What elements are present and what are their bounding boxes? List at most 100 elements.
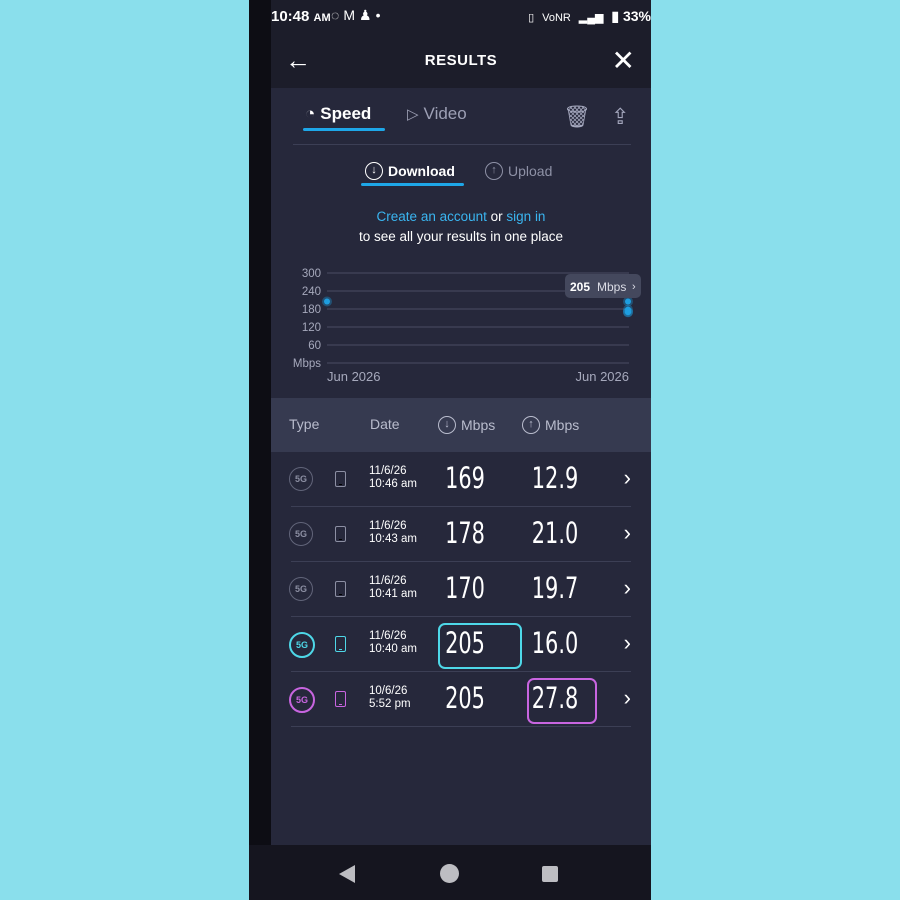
subtab-upload[interactable]: ↑ Upload <box>485 162 552 180</box>
network-5g-badge: 5G <box>289 632 315 658</box>
tab-video-label: Video <box>423 104 467 123</box>
chevron-right-icon[interactable]: › <box>624 520 631 546</box>
close-icon[interactable]: ✕ <box>612 44 635 77</box>
result-datetime: 11/6/26 10:40 am <box>369 630 417 656</box>
y-axis-label: Mbps <box>293 358 321 370</box>
header-type: Type <box>289 416 320 432</box>
result-time: 10:40 am <box>369 643 417 655</box>
upload-speed: 16.0 <box>531 626 579 660</box>
subtab-download-underline <box>361 183 464 186</box>
header-upload-label: Mbps <box>545 417 580 433</box>
y-tick-label: 60 <box>308 340 321 352</box>
trash-icon[interactable]: 🗑 <box>563 104 591 130</box>
left-edge-strip <box>249 0 271 900</box>
table-row[interactable]: 5G 11/6/26 10:43 am 178 21.0 › <box>289 507 631 562</box>
phone-icon <box>335 581 346 597</box>
header-download: ↓ Mbps <box>438 416 495 434</box>
data-point <box>625 309 631 316</box>
status-bar: 10:48 AM ◌M♟• ▯ VoNR ▂▄▆ ▮ 33% <box>271 0 651 34</box>
chevron-right-icon[interactable]: › <box>624 685 631 711</box>
y-tick-label: 300 <box>302 268 321 280</box>
sub-tabs: ↓ Download ↑ Upload <box>271 150 651 190</box>
battery-icon: ▮ <box>611 8 620 24</box>
table-row[interactable]: 5G 11/6/26 10:41 am 170 19.7 › <box>289 562 631 617</box>
network-5g-badge: 5G <box>289 687 315 713</box>
chevron-right-icon[interactable]: › <box>624 575 631 601</box>
network-5g-badge: 5G <box>289 467 313 491</box>
table-row[interactable]: 5G 11/6/26 10:46 am 169 12.9 › <box>289 452 631 507</box>
upload-speed: 19.7 <box>531 571 579 605</box>
battery-percent: 33% <box>622 8 651 24</box>
page-title: RESULTS <box>424 52 498 69</box>
download-icon: ↓ <box>438 416 456 434</box>
result-datetime: 11/6/26 10:41 am <box>369 575 417 601</box>
network-5g-badge: 5G <box>289 577 313 601</box>
results-list: 5G 11/6/26 10:46 am 169 12.9 › 5G 11/6/26 10:43 … <box>271 452 651 727</box>
network-5g-badge: 5G <box>289 522 313 546</box>
tab-speed[interactable]: ◔ Speed <box>305 104 371 124</box>
subtab-upload-label: Upload <box>508 163 553 179</box>
notification-icons: ◌M♟• <box>331 7 384 24</box>
nav-recents-icon[interactable] <box>542 866 558 882</box>
upload-speed: 12.9 <box>531 461 579 495</box>
play-icon: ▷ <box>407 106 419 123</box>
result-datetime: 11/6/26 10:46 am <box>369 465 417 491</box>
account-prompt: Create an account or sign in to see all … <box>271 207 651 247</box>
table-row[interactable]: 5G 10/6/26 5:52 pm 205 27.8 › <box>289 672 631 727</box>
data-point <box>625 298 631 305</box>
result-time: 5:52 pm <box>369 698 411 710</box>
vibrate-icon: ▯ <box>528 12 535 24</box>
tooltip-unit: Mbps <box>597 280 626 294</box>
table-row[interactable]: 5G 11/6/26 10:40 am 205 16.0 › <box>289 617 631 672</box>
or-text: or <box>490 209 503 224</box>
download-speed: 178 <box>445 516 485 550</box>
app-screen: 10:48 AM ◌M♟• ▯ VoNR ▂▄▆ ▮ 33% ← RESULTS… <box>271 0 651 845</box>
nav-back-icon[interactable] <box>339 865 355 883</box>
share-icon[interactable]: ⇪ <box>611 104 629 130</box>
result-date: 11/6/26 <box>369 520 407 532</box>
dot-icon: • <box>375 7 385 23</box>
sign-in-link[interactable]: sign in <box>506 209 545 224</box>
result-time: 10:46 am <box>369 478 417 490</box>
result-date: 11/6/26 <box>369 575 407 587</box>
phone-icon <box>335 471 346 487</box>
tab-speed-underline <box>303 128 385 131</box>
account-icon: ♟ <box>359 7 376 23</box>
upload-icon: ↑ <box>485 162 503 180</box>
tab-speed-label: Speed <box>320 104 372 123</box>
download-icon: ↓ <box>365 162 383 180</box>
app-bar: ← RESULTS ✕ <box>271 34 651 88</box>
create-account-link[interactable]: Create an account <box>377 209 487 224</box>
upload-icon: ↑ <box>522 416 540 434</box>
download-speed: 169 <box>445 461 485 495</box>
y-tick-label: 180 <box>302 304 321 316</box>
y-tick-label: 240 <box>302 286 321 298</box>
result-datetime: 11/6/26 10:43 am <box>369 520 417 546</box>
status-right: ▯ VoNR ▂▄▆ ▮ 33% <box>528 8 651 25</box>
result-date: 10/6/26 <box>369 685 408 697</box>
result-time: 10:43 am <box>369 533 417 545</box>
chevron-right-icon[interactable]: › <box>624 630 631 656</box>
download-speed: 170 <box>445 571 485 605</box>
phone-icon <box>335 526 346 542</box>
subtab-download[interactable]: ↓ Download <box>365 162 455 180</box>
result-date: 11/6/26 <box>369 630 407 642</box>
vonr-label: VoNR <box>542 12 571 24</box>
upload-speed: 27.8 <box>531 681 579 715</box>
account-subtext: to see all your results in one place <box>358 229 564 244</box>
x-tick-label: Jun 2026 <box>576 369 630 384</box>
x-tick-label: Jun 2026 <box>327 369 381 384</box>
tab-video[interactable]: ▷ Video <box>407 104 467 124</box>
header-upload: ↑ Mbps <box>522 416 579 434</box>
download-speed: 205 <box>445 626 485 660</box>
upload-speed: 21.0 <box>531 516 579 550</box>
chevron-right-icon[interactable]: › <box>624 465 631 491</box>
download-speed: 205 <box>445 681 485 715</box>
main-tabs: ◔ Speed ▷ Video 🗑 ⇪ <box>293 88 631 145</box>
header-date: Date <box>370 416 400 432</box>
nav-home-icon[interactable] <box>440 864 459 883</box>
android-nav-bar <box>249 845 651 900</box>
gmail-icon: M <box>343 7 359 23</box>
data-point <box>324 298 330 305</box>
status-time: 10:48 AM <box>271 8 331 25</box>
